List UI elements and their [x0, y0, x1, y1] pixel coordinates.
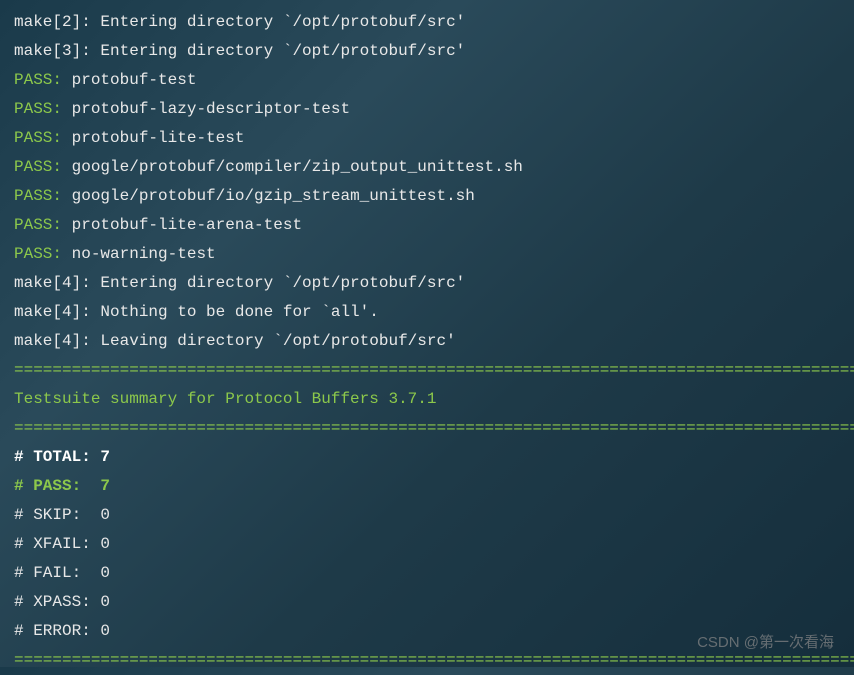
terminal-text: # ERROR: 0 — [14, 622, 110, 640]
terminal-line: Testsuite summary for Protocol Buffers 3… — [14, 385, 840, 414]
terminal-line: # PASS: 7 — [14, 472, 840, 501]
terminal-output: make[2]: Entering directory `/opt/protob… — [14, 8, 840, 675]
terminal-text: google/protobuf/io/gzip_stream_unittest.… — [62, 187, 475, 205]
terminal-text: # TOTAL: 7 — [14, 448, 110, 466]
terminal-text: protobuf-lazy-descriptor-test — [62, 100, 350, 118]
terminal-text: PASS: — [14, 216, 62, 234]
terminal-text: make[2]: Entering directory `/opt/protob… — [14, 13, 465, 31]
terminal-line: # FAIL: 0 — [14, 559, 840, 588]
terminal-line: make[4]: Nothing to be done for `all'. — [14, 298, 840, 327]
terminal-line: PASS: protobuf-lite-arena-test — [14, 211, 840, 240]
terminal-text: ========================================… — [14, 361, 854, 379]
terminal-text: ========================================… — [14, 419, 854, 437]
terminal-line: PASS: google/protobuf/compiler/zip_outpu… — [14, 153, 840, 182]
terminal-line: PASS: protobuf-test — [14, 66, 840, 95]
terminal-line: make[2]: Entering directory `/opt/protob… — [14, 8, 840, 37]
terminal-text: PASS: — [14, 100, 62, 118]
terminal-text: make[4]: Nothing to be done for `all'. — [14, 303, 379, 321]
terminal-line: PASS: protobuf-lazy-descriptor-test — [14, 95, 840, 124]
terminal-line: # SKIP: 0 — [14, 501, 840, 530]
terminal-text: # SKIP: 0 — [14, 506, 110, 524]
terminal-line: # XPASS: 0 — [14, 588, 840, 617]
terminal-text: PASS: — [14, 71, 62, 89]
terminal-line: ========================================… — [14, 356, 840, 385]
terminal-text: make[4]: Entering directory `/opt/protob… — [14, 274, 465, 292]
terminal-text: no-warning-test — [62, 245, 216, 263]
terminal-text: protobuf-lite-test — [62, 129, 244, 147]
terminal-text: PASS: — [14, 245, 62, 263]
terminal-text: PASS: — [14, 158, 62, 176]
terminal-text: make[4]: Leaving directory `/opt/protobu… — [14, 332, 456, 350]
terminal-line: PASS: google/protobuf/io/gzip_stream_uni… — [14, 182, 840, 211]
terminal-line: # TOTAL: 7 — [14, 443, 840, 472]
terminal-text: # FAIL: 0 — [14, 564, 110, 582]
terminal-text: Testsuite summary for Protocol Buffers 3… — [14, 390, 436, 408]
terminal-line: PASS: no-warning-test — [14, 240, 840, 269]
terminal-line: make[3]: Entering directory `/opt/protob… — [14, 37, 840, 66]
terminal-text: google/protobuf/compiler/zip_output_unit… — [62, 158, 523, 176]
terminal-text: protobuf-test — [62, 71, 196, 89]
terminal-line: PASS: protobuf-lite-test — [14, 124, 840, 153]
terminal-line: make[4]: Entering directory `/opt/protob… — [14, 269, 840, 298]
terminal-line: ========================================… — [14, 414, 840, 443]
terminal-text: # PASS: 7 — [14, 477, 110, 495]
terminal-text: # XFAIL: 0 — [14, 535, 110, 553]
terminal-text: PASS: — [14, 187, 62, 205]
terminal-text: make[3]: Entering directory `/opt/protob… — [14, 42, 465, 60]
terminal-text: # XPASS: 0 — [14, 593, 110, 611]
terminal-line: # XFAIL: 0 — [14, 530, 840, 559]
terminal-text: PASS: — [14, 129, 62, 147]
watermark: CSDN @第一次看海 — [697, 628, 834, 657]
terminal-text: protobuf-lite-arena-test — [62, 216, 302, 234]
terminal-line: make[4]: Leaving directory `/opt/protobu… — [14, 327, 840, 356]
